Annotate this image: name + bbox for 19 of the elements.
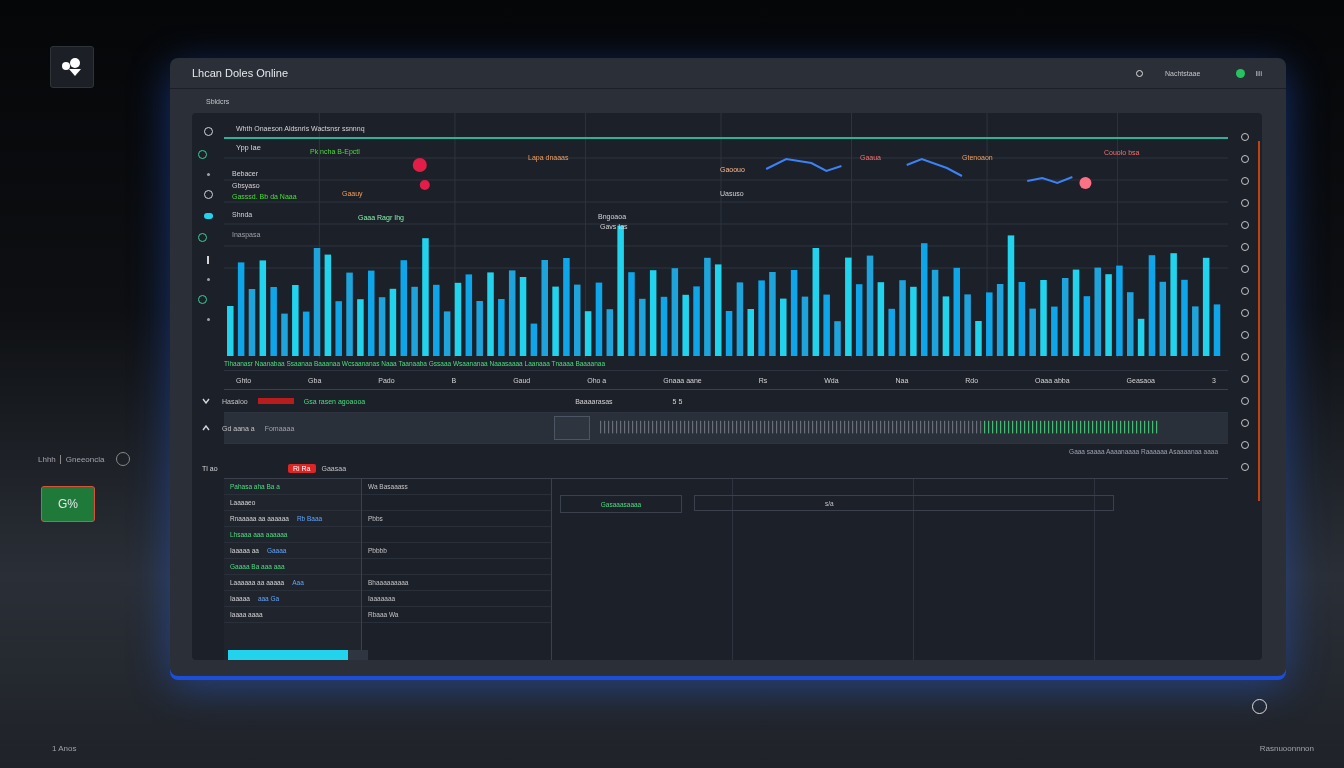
tool-icon[interactable] <box>206 278 210 281</box>
alert-segment <box>257 398 294 404</box>
tool-icon[interactable] <box>203 213 213 219</box>
marker-dot <box>1079 177 1092 189</box>
timeline-handle[interactable] <box>554 416 591 440</box>
window-title: Lhcan Doles Online <box>192 67 288 79</box>
tool-icon[interactable] <box>206 318 210 321</box>
marker-dot <box>419 180 430 190</box>
chevron-icon[interactable] <box>202 425 212 431</box>
footer-text: Rasnuoonnnon <box>1259 744 1314 753</box>
widget-value: Gneeoncla <box>65 454 105 464</box>
footer-text: 1 Anos <box>52 744 77 753</box>
marker-dot <box>412 158 427 172</box>
tool-icon[interactable] <box>206 173 210 176</box>
app-icon[interactable] <box>50 46 94 88</box>
percent-button[interactable]: G% <box>41 486 95 522</box>
chevron-icon[interactable] <box>202 398 212 404</box>
scroll-bar[interactable] <box>1258 141 1260 501</box>
widget-label: Lhhh <box>38 454 61 464</box>
